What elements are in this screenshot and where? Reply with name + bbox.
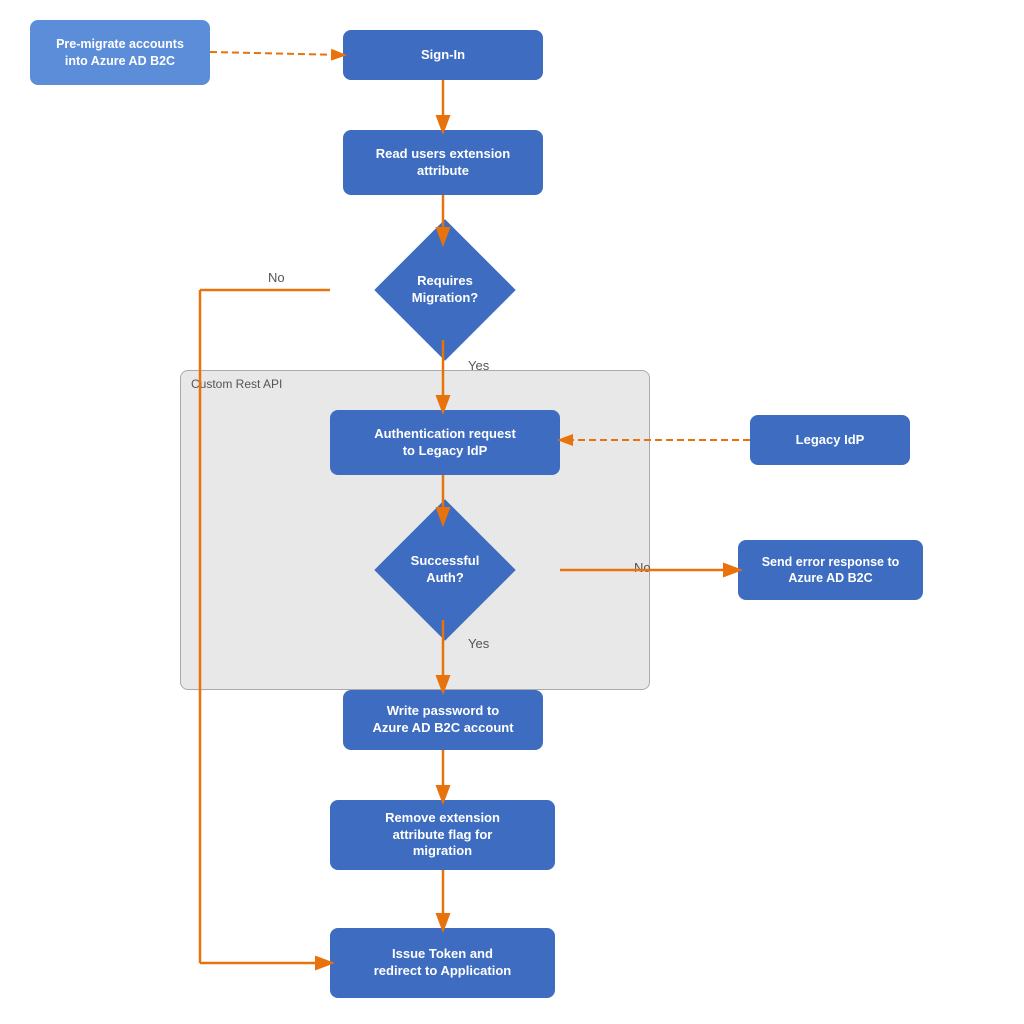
svg-text:No: No bbox=[268, 270, 285, 285]
issue-token-node: Issue Token and redirect to Application bbox=[330, 928, 555, 998]
send-error-node: Send error response to Azure AD B2C bbox=[738, 540, 923, 600]
write-password-node: Write password to Azure AD B2C account bbox=[343, 690, 543, 750]
custom-rest-label: Custom Rest API bbox=[191, 377, 282, 391]
auth-request-node: Authentication request to Legacy IdP bbox=[330, 410, 560, 475]
read-users-node: Read users extension attribute bbox=[343, 130, 543, 195]
remove-attr-node: Remove extension attribute flag for migr… bbox=[330, 800, 555, 870]
flowchart-diagram: Custom Rest API Sign-In Pre-migrate acco… bbox=[0, 0, 1024, 1024]
successful-auth-diamond: Successful Auth? bbox=[330, 520, 560, 620]
legacy-idp-node: Legacy IdP bbox=[750, 415, 910, 465]
requires-migration-diamond: Requires Migration? bbox=[330, 240, 560, 340]
sign-in-node: Sign-In bbox=[343, 30, 543, 80]
pre-migrate-node: Pre-migrate accounts into Azure AD B2C bbox=[30, 20, 210, 85]
